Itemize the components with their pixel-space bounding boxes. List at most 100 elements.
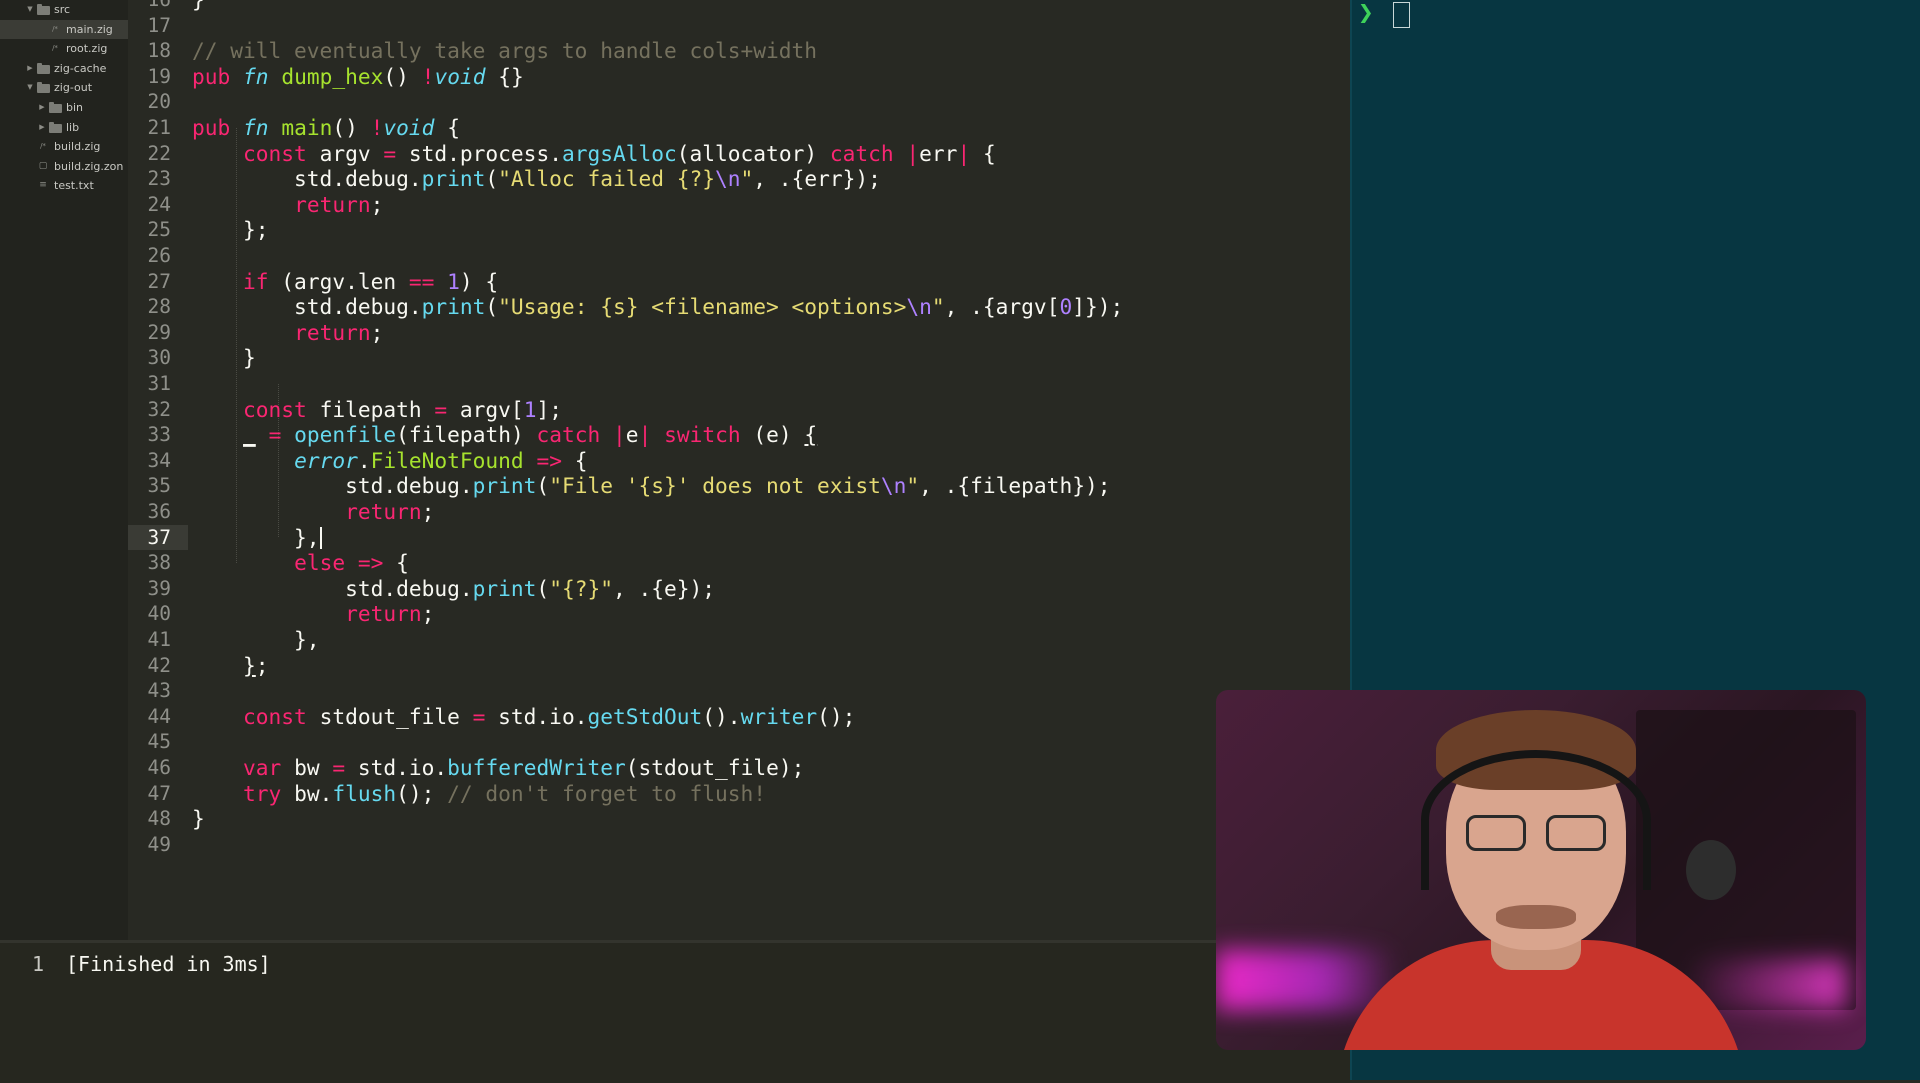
- code-token: pub: [192, 63, 231, 89]
- sidebar-item-zig-out[interactable]: ▼ zig-out: [0, 78, 128, 98]
- code-line[interactable]: const filepath = argv[1];: [192, 397, 562, 423]
- code-token: (e): [740, 422, 805, 448]
- sidebar-item-main-zig[interactable]: /* main.zig: [0, 19, 128, 40]
- code-token: ();: [817, 703, 856, 729]
- code-line[interactable]: pub fn main() !void {: [192, 115, 460, 141]
- sidebar-item-zig-cache[interactable]: ▶ zig-cache: [0, 59, 128, 79]
- code-line[interactable]: if (argv.len == 1) {: [192, 269, 498, 295]
- line-number: 49: [147, 832, 171, 856]
- sidebar-item-src[interactable]: ▼ src: [0, 0, 128, 20]
- code-line[interactable]: return;: [192, 320, 383, 346]
- code-token: // don't forget to flush!: [447, 780, 767, 806]
- code-line[interactable]: }: [192, 345, 256, 371]
- code-line[interactable]: else => {: [192, 550, 409, 576]
- line-number: 17: [147, 13, 171, 37]
- glasses-left: [1466, 815, 1526, 851]
- code-token: "Alloc failed {?}: [498, 166, 716, 192]
- code-token: |: [906, 140, 920, 166]
- code-token: argv: [306, 140, 384, 166]
- code-token: ;: [421, 601, 435, 627]
- code-line[interactable]: return;: [192, 601, 434, 627]
- code-token: error: [294, 447, 358, 473]
- code-token: catch: [536, 422, 601, 448]
- code-line[interactable]: }: [192, 0, 205, 13]
- line-number: 36: [147, 500, 171, 523]
- code-token: }: [192, 0, 205, 12]
- code-token: };: [192, 217, 269, 243]
- code-line[interactable]: std.debug.print("File '{s}' does not exi…: [192, 473, 1110, 499]
- code-token: if: [243, 268, 269, 294]
- code-token: |: [613, 422, 626, 448]
- sidebar-item-build-zig-zon[interactable]: ▢ build.zig.zon: [0, 157, 128, 177]
- code-line[interactable]: _ = openfile(filepath) catch |e| switch …: [192, 422, 817, 448]
- code-token: "{?}": [549, 575, 613, 601]
- sidebar-item-lib[interactable]: ▶ lib: [0, 118, 128, 138]
- line-number: 20: [147, 90, 171, 114]
- code-line[interactable]: },: [192, 627, 320, 653]
- code-token: std.debug.: [192, 294, 422, 320]
- code-line[interactable]: var bw = std.io.bufferedWriter(stdout_fi…: [192, 755, 804, 781]
- code-token: ": [906, 473, 920, 499]
- code-token: ().: [702, 703, 741, 729]
- line-number: 37: [147, 525, 171, 549]
- code-token: fn: [243, 63, 269, 89]
- sidebar-item-root-zig[interactable]: /* root.zig: [0, 39, 128, 59]
- chevron-down-icon[interactable]: ▼: [25, 0, 35, 20]
- code-line[interactable]: const argv = std.process.argsAlloc(alloc…: [192, 141, 996, 167]
- build-output-text: [Finished in 3ms]: [66, 952, 271, 976]
- code-token: (: [485, 294, 499, 320]
- code-token: {: [561, 447, 588, 473]
- line-number: 34: [147, 448, 171, 472]
- code-line[interactable]: const stdout_file = std.io.getStdOut().w…: [192, 704, 855, 730]
- code-line[interactable]: std.debug.print("Alloc failed {?}\n", .{…: [192, 166, 881, 192]
- output-line-number: 1: [31, 952, 44, 976]
- code-line[interactable]: // will eventually take args to handle c…: [192, 38, 817, 64]
- chevron-right-icon[interactable]: ▶: [37, 98, 47, 118]
- code-token: "Usage: {s} <filename> <options>: [498, 294, 907, 320]
- code-line[interactable]: try bw.flush(); // don't forget to flush…: [192, 781, 766, 807]
- code-token: (stdout_file);: [625, 755, 805, 780]
- code-line[interactable]: std.debug.print("{?}", .{e});: [192, 576, 715, 602]
- code-token: , .{filepath});: [919, 473, 1111, 499]
- code-line[interactable]: },: [192, 525, 322, 551]
- code-area[interactable]: } // will eventually take args to handle …: [192, 0, 1332, 940]
- code-token: ];: [536, 396, 562, 422]
- code-line[interactable]: std.debug.print("Usage: {s} <filename> <…: [192, 294, 1123, 320]
- code-token: writer: [740, 703, 818, 729]
- chevron-right-icon[interactable]: ▶: [25, 59, 35, 79]
- chevron-down-icon[interactable]: ▼: [25, 78, 35, 98]
- code-line[interactable]: pub fn dump_hex() !void {}: [192, 64, 524, 90]
- code-token: void: [434, 63, 486, 89]
- code-line[interactable]: };: [192, 653, 269, 679]
- sidebar-item-test-txt[interactable]: ≡ test.txt: [0, 176, 128, 196]
- chevron-right-icon[interactable]: ▶: [37, 118, 47, 138]
- line-number: 41: [147, 628, 171, 651]
- code-line[interactable]: error.FileNotFound => {: [192, 448, 587, 474]
- line-number: 27: [147, 269, 171, 293]
- file-tree: ▼ src /* main.zig /* root.zig ▶ zig-cache ▼ zig-o…: [0, 0, 128, 196]
- code-token: return: [294, 319, 371, 345]
- file-tree-sidebar: ▼ src /* main.zig /* root.zig ▶ zig-cache ▼ zig-o…: [0, 0, 128, 943]
- line-number: 47: [147, 781, 171, 805]
- code-token: pub: [192, 115, 231, 140]
- code-token: \n: [880, 473, 907, 499]
- code-editor[interactable]: 1617181920212223242526272829303132333435…: [128, 0, 1458, 940]
- sidebar-item-bin[interactable]: ▶ bin: [0, 98, 128, 118]
- code-token: ;: [421, 499, 435, 524]
- code-token: std.debug.: [192, 166, 422, 192]
- line-number: 46: [147, 756, 171, 779]
- code-line[interactable]: }: [192, 806, 205, 832]
- line-number: 43: [147, 679, 171, 703]
- code-line[interactable]: return;: [192, 499, 434, 525]
- sidebar-item-label: bin: [66, 100, 84, 114]
- sidebar-item-build-zig[interactable]: /* build.zig: [0, 137, 128, 157]
- code-line[interactable]: return;: [192, 192, 383, 218]
- line-number: 26: [147, 244, 171, 267]
- code-token: 1: [447, 268, 460, 294]
- code-token: ;: [255, 652, 269, 678]
- code-line[interactable]: };: [192, 217, 269, 243]
